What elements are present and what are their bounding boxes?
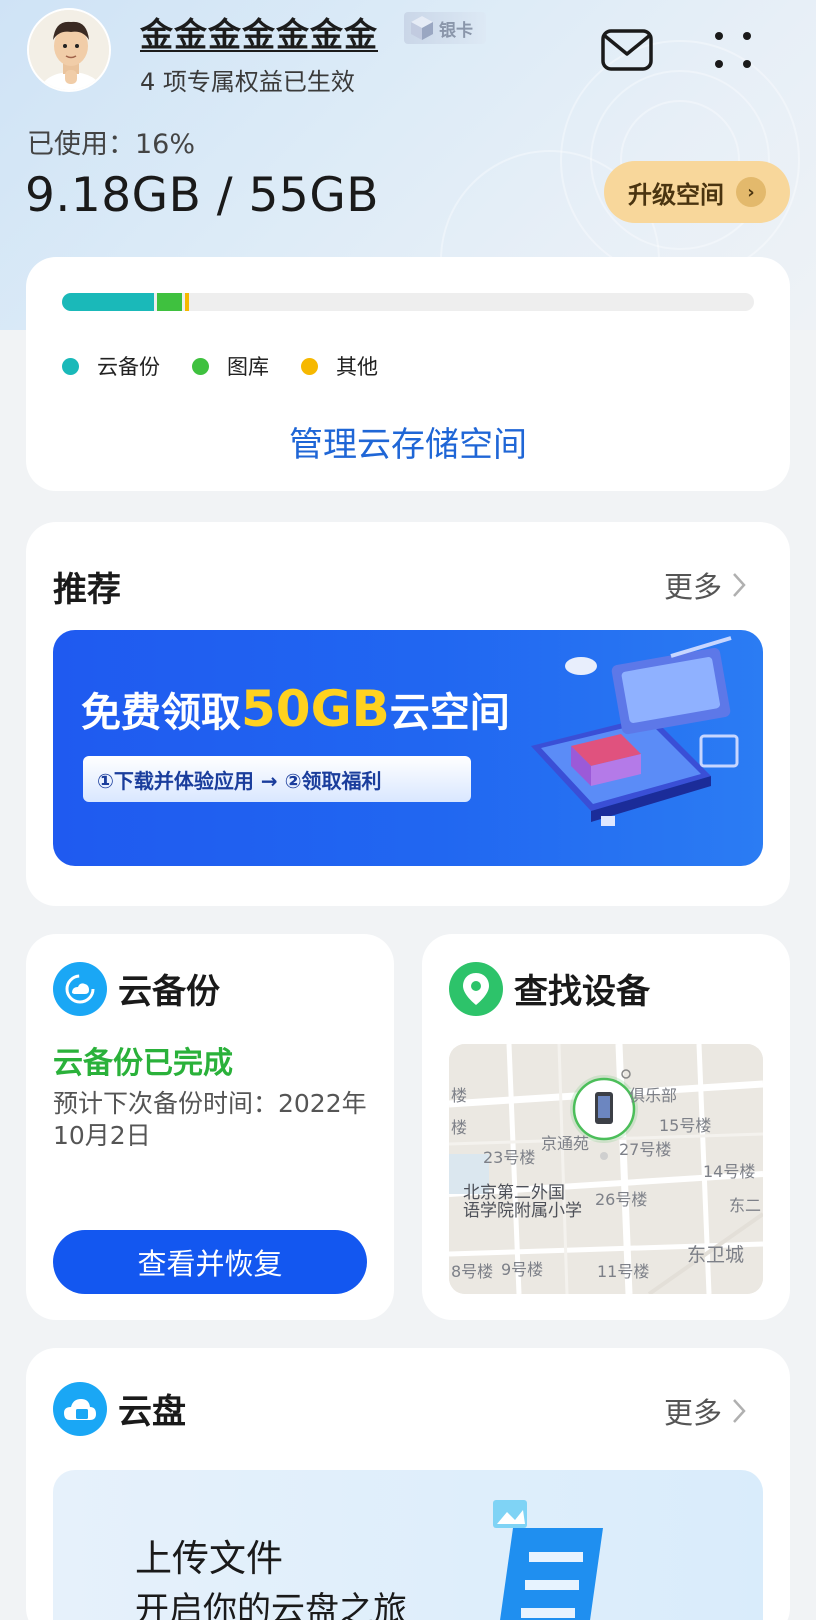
map-label: 京通苑: [541, 1134, 590, 1153]
usage-segment-2: [185, 293, 189, 311]
cube-badge-icon: [411, 16, 433, 40]
mail-icon[interactable]: [601, 28, 653, 72]
legend-dot: [301, 357, 318, 375]
legend-label: 云备份: [97, 355, 160, 379]
map-label: 14号楼: [703, 1162, 756, 1181]
upload-file-illustration-icon: [493, 1500, 603, 1620]
cloud-backup-icon: [53, 962, 107, 1016]
find-device-card[interactable]: 查找设备 楼楼俱乐部 15号楼 京通苑 27号楼 23号楼 14号楼 北京第二外国 语学院附属…: [422, 934, 790, 1320]
cloud-disk-icon: [53, 1382, 107, 1436]
map-label: 15号楼: [659, 1116, 712, 1135]
find-device-title: 查找设备: [514, 972, 650, 1012]
legend-item: 云备份: [62, 351, 160, 381]
chevron-right-icon: [733, 573, 746, 597]
device-map[interactable]: 楼楼俱乐部 15号楼 京通苑 27号楼 23号楼 14号楼 北京第二外国 语学院附属小学 26号…: [449, 1044, 763, 1294]
cloud-disk-title: 云盘: [118, 1392, 186, 1432]
legend-label: 其他: [336, 355, 378, 379]
map-label: 9号楼: [501, 1260, 544, 1279]
cloud-backup-title: 云备份: [118, 972, 220, 1012]
upload-subtitle: 开启你的云盘之旅: [135, 1590, 407, 1620]
chevron-right-icon: [733, 1399, 746, 1423]
recommend-title: 推荐: [53, 570, 121, 610]
map-label: 26号楼: [595, 1190, 648, 1209]
upload-banner[interactable]: 上传文件 开启你的云盘之旅: [53, 1470, 763, 1620]
cloud-disk-card: 云盘 更多 上传文件 开启你的云盘之旅: [26, 1348, 790, 1620]
more-dots-icon[interactable]: [711, 28, 755, 72]
banner-steps: ①下载并体验应用 → ②领取福利: [83, 756, 471, 802]
storage-card: 云备份 图库 其他 管理云存储空间: [26, 257, 790, 491]
legend-item: 其他: [301, 351, 378, 381]
map-label: 23号楼: [483, 1148, 536, 1167]
map-label: 楼: [451, 1086, 468, 1105]
map-label: 8号楼: [451, 1262, 494, 1281]
usage-segment-0: [62, 293, 154, 311]
legend-dot: [192, 357, 209, 375]
badge-label: 银卡: [439, 20, 473, 41]
manage-storage-link[interactable]: 管理云存储空间: [26, 417, 790, 466]
usage-segment-1: [157, 293, 182, 311]
map-label: 27号楼: [619, 1140, 672, 1159]
member-badge[interactable]: 银卡: [404, 12, 486, 44]
store-illustration-icon: [531, 636, 739, 826]
legend-item: 图库: [192, 351, 269, 381]
benefits-text[interactable]: 4 项专属权益已生效: [140, 62, 355, 97]
storage-legend: 云备份 图库 其他: [62, 351, 410, 381]
used-percent-label: 已使用：16%: [27, 129, 196, 160]
username[interactable]: 金金金金金金金: [140, 8, 378, 56]
recommend-more-link[interactable]: 更多: [664, 564, 748, 606]
upload-title: 上传文件: [135, 1537, 283, 1580]
map-label: 语学院附属小学: [463, 1201, 582, 1221]
map-label: 俱乐部: [629, 1086, 678, 1105]
promo-banner[interactable]: 免费领取50GB云空间 ①下载并体验应用 → ②领取福利: [53, 630, 763, 866]
storage-usage-bar: [62, 293, 754, 311]
more-label: 更多: [664, 570, 723, 604]
chevron-right-icon: ›: [736, 177, 766, 207]
map-label: 东卫城: [687, 1244, 745, 1266]
map-label: 11号楼: [597, 1262, 650, 1281]
cloud-backup-card[interactable]: 云备份 云备份已完成 预计下次备份时间：2022年10月2日 查看并恢复: [26, 934, 394, 1320]
next-backup-time: 预计下次备份时间：2022年10月2日: [53, 1089, 367, 1150]
map-label: 楼: [451, 1118, 468, 1137]
recommend-card: 推荐 更多 免费领取50GB云空间 ①下载并体验应用 → ②领取福利: [26, 522, 790, 906]
location-pin-icon: [449, 962, 503, 1016]
upgrade-label: 升级空间: [628, 180, 724, 209]
avatar[interactable]: [27, 8, 111, 92]
map-label: 东二: [729, 1196, 762, 1215]
upgrade-space-button[interactable]: 升级空间 ›: [604, 161, 790, 223]
banner-title: 免费领取50GB云空间: [81, 680, 510, 738]
legend-dot: [62, 357, 79, 375]
storage-capacity: 9.18GB / 55GB: [25, 168, 379, 223]
view-restore-button[interactable]: 查看并恢复: [53, 1230, 367, 1294]
more-label: 更多: [664, 1396, 723, 1430]
backup-status: 云备份已完成: [53, 1046, 233, 1081]
legend-label: 图库: [227, 355, 269, 379]
cloud-disk-more-link[interactable]: 更多: [664, 1390, 748, 1432]
